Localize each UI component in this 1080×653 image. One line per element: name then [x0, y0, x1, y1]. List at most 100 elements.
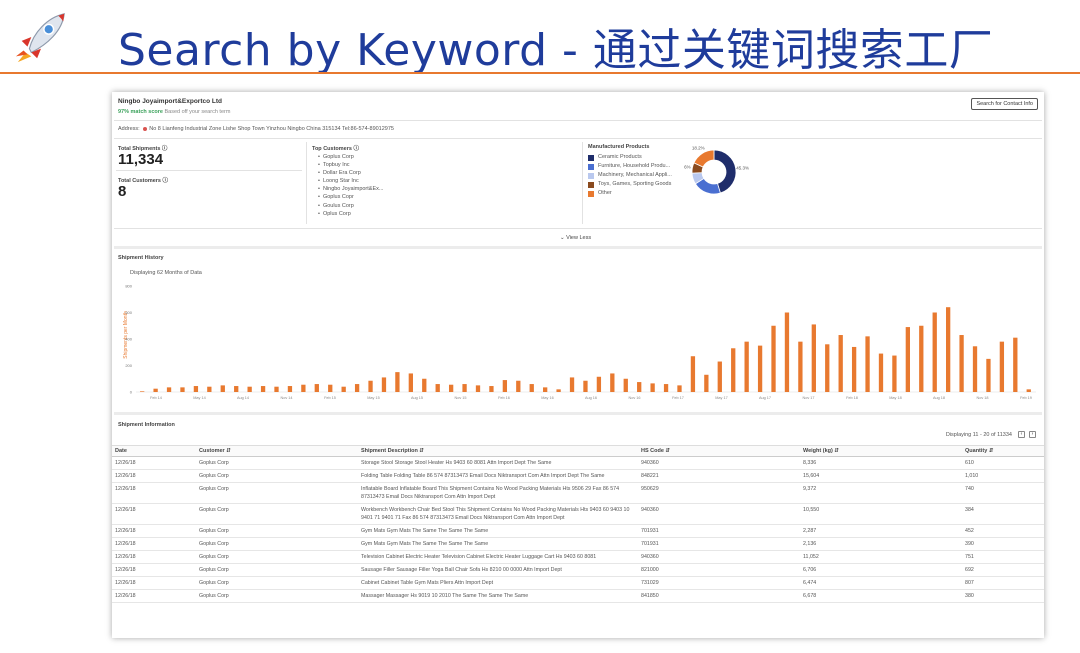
column-header-hs-code[interactable]: HS Code ⇵ — [638, 445, 800, 457]
chart-bar[interactable] — [556, 389, 561, 392]
chart-bar[interactable] — [583, 380, 588, 392]
x-tick-label: Aug 17 — [759, 396, 771, 400]
column-header-weight[interactable]: Weight (kg) ⇵ — [800, 445, 962, 457]
chart-bar[interactable] — [771, 325, 776, 392]
table-row[interactable]: 12/26/18 Goplus Corp Gym Mats Gym Mats The… — [112, 537, 1044, 551]
chart-bar[interactable] — [234, 386, 239, 392]
chart-bar[interactable] — [287, 386, 293, 392]
chart-bar[interactable] — [314, 384, 319, 392]
chart-bar[interactable] — [354, 384, 360, 392]
chart-bar[interactable] — [717, 361, 722, 392]
chart-bar[interactable] — [919, 325, 924, 392]
list-item[interactable]: Topbuy Inc — [318, 161, 383, 169]
table-row[interactable]: 12/26/18 Goplus Corp Folding Table Folding… — [112, 469, 1044, 483]
chart-bar[interactable] — [690, 356, 696, 392]
table-row[interactable]: 12/26/18 Goplus Corp Cabinet Cabinet Table… — [112, 576, 1044, 590]
chart-bar[interactable] — [825, 344, 830, 392]
chart-bar[interactable] — [341, 386, 346, 392]
chart-bar[interactable] — [731, 348, 736, 392]
chart-bar[interactable] — [247, 386, 252, 392]
chart-bar[interactable] — [892, 355, 897, 392]
chart-bar[interactable] — [274, 386, 279, 392]
chart-bar[interactable] — [435, 384, 440, 392]
column-header-quantity[interactable]: Quantity ⇵ — [962, 445, 1044, 457]
chart-bar[interactable] — [448, 384, 454, 392]
chart-bar[interactable] — [623, 378, 628, 392]
next-page-button[interactable]: › — [1029, 431, 1036, 438]
table-row[interactable]: 12/26/18 Goplus Corp Massager Massager Hs … — [112, 589, 1044, 603]
list-item[interactable]: Loong Star Inc — [318, 177, 383, 185]
chart-bar[interactable] — [878, 353, 884, 392]
chart-bar[interactable] — [422, 378, 427, 392]
chart-bar[interactable] — [959, 335, 964, 392]
chart-bar[interactable] — [475, 385, 481, 392]
chart-bar[interactable] — [516, 380, 521, 392]
chart-bar[interactable] — [220, 385, 225, 392]
chart-bar[interactable] — [1013, 337, 1018, 392]
table-row[interactable]: 12/26/18 Goplus Corp Storage Stool Storage… — [112, 456, 1044, 470]
chart-bar[interactable] — [677, 385, 682, 392]
chart-bar[interactable] — [650, 383, 655, 392]
chart-bar[interactable] — [946, 307, 951, 392]
chart-bar[interactable] — [395, 372, 400, 392]
list-item[interactable]: Dollar Era Corp — [318, 169, 383, 177]
search-contact-info-button[interactable]: Search for Contact Info — [971, 98, 1038, 110]
chart-bar[interactable] — [180, 387, 185, 392]
column-header-date[interactable]: Date — [112, 445, 196, 457]
chart-bar[interactable] — [368, 380, 373, 392]
chart-bar[interactable] — [543, 387, 548, 392]
table-row[interactable]: 12/26/18 Goplus Corp Gym Mats Gym Mats The… — [112, 524, 1044, 538]
list-item[interactable]: Goulus Corp — [318, 202, 383, 210]
list-item[interactable]: Goplus Copr — [318, 193, 383, 201]
chart-bar[interactable] — [193, 386, 199, 392]
table-row[interactable]: 12/26/18 Goplus Corp Television Cabinet El… — [112, 550, 1044, 564]
column-header-description[interactable]: Shipment Description ⇵ — [358, 445, 638, 457]
prev-page-button[interactable]: ‹ — [1018, 431, 1025, 438]
chart-bar[interactable] — [153, 388, 158, 392]
chart-bar[interactable] — [784, 312, 790, 393]
chart-bar[interactable] — [408, 373, 413, 392]
list-item[interactable]: Ningbo Joyaimport&Ex... — [318, 185, 384, 193]
donut-label: 18.2% — [692, 146, 705, 151]
list-item[interactable]: Oplus Corp — [318, 210, 383, 218]
chart-bar[interactable] — [811, 324, 816, 392]
chart-bar[interactable] — [744, 341, 749, 392]
column-header-customer[interactable]: Customer ⇵ — [196, 445, 358, 457]
chart-bar[interactable] — [529, 384, 534, 392]
chart-bar[interactable] — [502, 380, 508, 392]
chart-bar[interactable] — [596, 376, 602, 392]
cell-description: Gym Mats Gym Mats The Same The Same The … — [358, 537, 638, 551]
chart-bar[interactable] — [140, 391, 145, 392]
chart-bar[interactable] — [838, 335, 843, 392]
table-row[interactable]: 12/26/18 Goplus Corp Workbench Workbench C… — [112, 503, 1044, 525]
list-item[interactable]: Goplus Corp — [318, 153, 383, 161]
view-less-toggle[interactable]: ⌄ View Less — [560, 235, 591, 241]
chart-bar[interactable] — [972, 346, 978, 392]
chart-bar[interactable] — [462, 384, 467, 392]
chart-bar[interactable] — [260, 386, 266, 392]
slide-header: Search by Keyword - 通过关键词搜索工厂 — [0, 0, 1080, 76]
chart-bar[interactable] — [798, 341, 803, 392]
chart-bar[interactable] — [569, 377, 575, 392]
chart-bar[interactable] — [999, 341, 1005, 392]
chart-bar[interactable] — [207, 386, 212, 392]
chart-bar[interactable] — [932, 312, 937, 393]
chart-bar[interactable] — [865, 336, 870, 392]
chart-bar[interactable] — [301, 384, 306, 392]
chart-bar[interactable] — [905, 327, 910, 392]
donut-slice[interactable] — [693, 149, 715, 168]
chart-bar[interactable] — [851, 346, 857, 392]
chart-bar[interactable] — [328, 384, 333, 392]
chart-bar[interactable] — [1026, 389, 1031, 392]
chart-bar[interactable] — [166, 387, 172, 392]
chart-bar[interactable] — [489, 386, 494, 392]
table-row[interactable]: 12/26/18 Goplus Corp Inflatable Board Infl… — [112, 482, 1044, 504]
chart-bar[interactable] — [663, 384, 669, 392]
chart-bar[interactable] — [637, 382, 642, 392]
chart-bar[interactable] — [757, 345, 763, 392]
chart-bar[interactable] — [381, 377, 387, 392]
chart-bar[interactable] — [704, 374, 709, 392]
chart-bar[interactable] — [986, 358, 991, 392]
table-row[interactable]: 12/26/18 Goplus Corp Sausage Filler Sausag… — [112, 563, 1044, 577]
chart-bar[interactable] — [610, 373, 615, 392]
